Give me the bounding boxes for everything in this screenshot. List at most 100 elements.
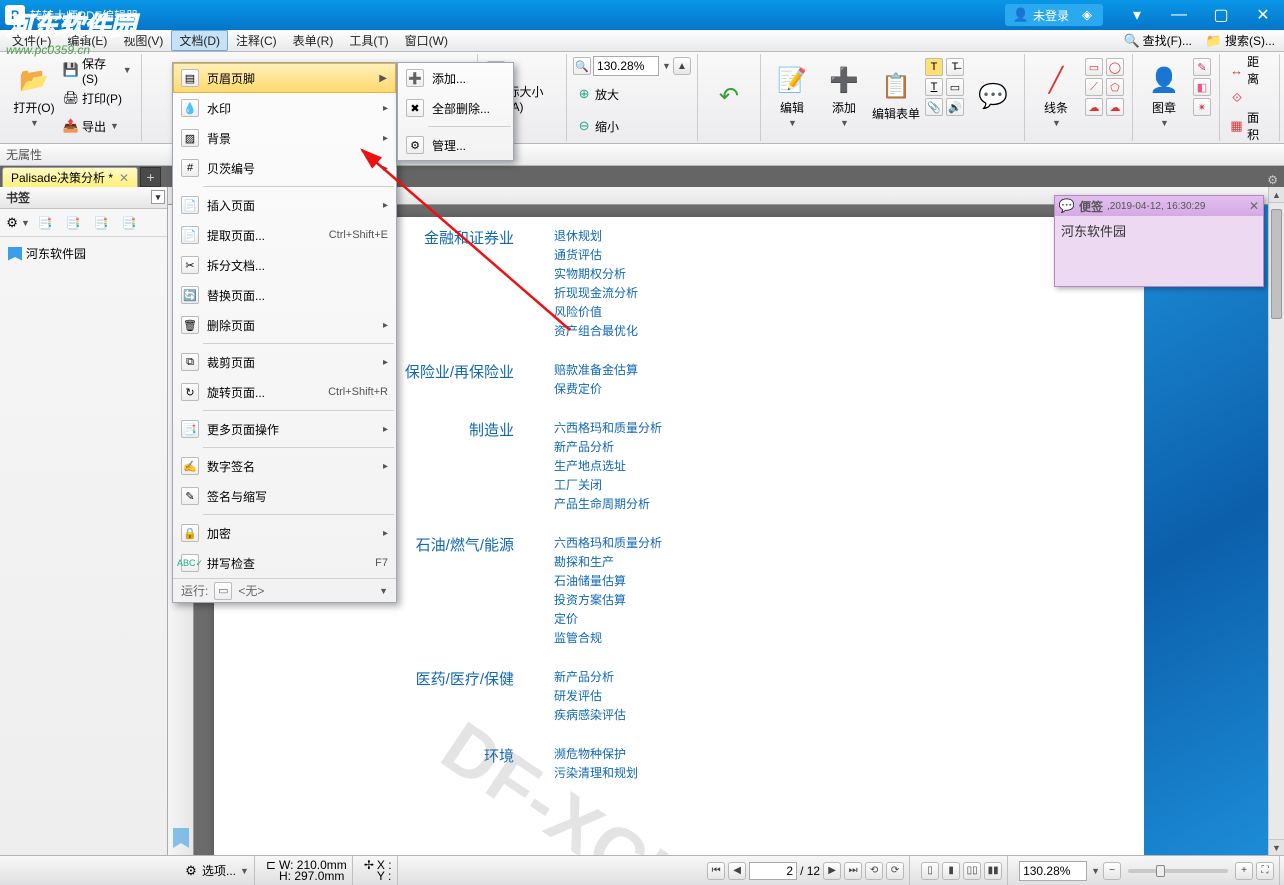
menu-encrypt[interactable]: 🔒加密▸ [173, 518, 396, 548]
single-page-button[interactable]: ▯ [921, 862, 939, 880]
new-tab-button[interactable]: + [140, 167, 161, 187]
circle-icon[interactable]: ◯ [1106, 58, 1124, 76]
bookmark-add-button[interactable]: 📑 [32, 212, 58, 234]
polygon-icon[interactable]: ⬠ [1106, 78, 1124, 96]
submenu-remove-all[interactable]: ✖全部删除... [398, 93, 513, 123]
edit-button[interactable]: 📝编辑▼ [767, 56, 817, 136]
menu-insert-pages[interactable]: 📄插入页面▸ [173, 190, 396, 220]
close-button[interactable]: ✕ [1242, 0, 1284, 30]
menu-tool[interactable]: 工具(T) [341, 30, 396, 51]
next-page-button[interactable]: ▶ [823, 862, 841, 880]
menu-digital-sign[interactable]: ✍数字签名▸ [173, 451, 396, 481]
menu-more-page-ops[interactable]: 📑更多页面操作▸ [173, 414, 396, 444]
menu-edit[interactable]: 编辑(E) [59, 30, 115, 51]
menu-crop-pages[interactable]: ⧉裁剪页面▸ [173, 347, 396, 377]
undo-button[interactable]: ↶ [704, 56, 754, 136]
find-button[interactable]: 🔍查找(F)... [1119, 30, 1197, 51]
print-button[interactable]: 🖨打印(P) [60, 84, 135, 112]
strike-icon[interactable]: T̶ [946, 58, 964, 76]
maximize-button[interactable]: ▢ [1200, 0, 1242, 30]
bookmark-corner-icon[interactable] [168, 824, 194, 852]
cloud2-icon[interactable]: ☁ [1106, 98, 1124, 116]
menu-file[interactable]: 文件(F) [4, 30, 59, 51]
fit-width-button[interactable]: ⛶ [1256, 862, 1274, 880]
gear-status-icon[interactable]: ⚙ [183, 863, 199, 879]
minimize-button[interactable]: — [1158, 0, 1200, 30]
menu-document[interactable]: 文档(D) [171, 30, 228, 51]
zoom-out-button[interactable]: ⊖缩小 [573, 112, 691, 140]
edit-form-button[interactable]: 📋编辑表单 [871, 56, 921, 136]
menu-delete-pages[interactable]: 🗑删除页面▸ [173, 310, 396, 340]
submenu-manage[interactable]: ⚙管理... [398, 130, 513, 160]
menu-window[interactable]: 窗口(W) [397, 30, 456, 51]
login-button[interactable]: 👤 未登录 ◈ [1005, 4, 1103, 26]
tab-options-icon[interactable]: ⚙ [1261, 173, 1284, 187]
cloud-icon[interactable]: ☁ [1085, 98, 1103, 116]
menu-spellcheck[interactable]: ABC✓拼写检查F7 [173, 548, 396, 578]
sticky-note[interactable]: 💬 便签 ,2019-04-12, 16:30:29 ✕ 河东软件园 [1054, 195, 1264, 287]
submenu-add[interactable]: ➕添加... [398, 63, 513, 93]
bookmark-settings-button[interactable]: ⚙▼ [4, 212, 30, 234]
sound-icon[interactable]: 🔊 [946, 98, 964, 116]
last-page-button[interactable]: ⏭ [844, 862, 862, 880]
zoom-in-status-button[interactable]: + [1235, 862, 1253, 880]
menu-extract-pages[interactable]: 📄提取页面...Ctrl+Shift+E [173, 220, 396, 250]
save-button[interactable]: 💾保存(S)▼ [60, 56, 135, 84]
document-tab[interactable]: Palisade决策分析 * ✕ [2, 167, 138, 187]
page-number-input[interactable] [749, 862, 797, 880]
open-button[interactable]: 📂 打开(O)▼ [10, 56, 58, 136]
menu-comment[interactable]: 注释(C) [228, 30, 285, 51]
note-body[interactable]: 河东软件园 [1055, 216, 1263, 286]
zoom-mode-icon[interactable]: 🔍 [573, 57, 591, 75]
menu-watermark[interactable]: 💧水印▸ [173, 93, 396, 123]
bookmark-delete-button[interactable]: 📑 [116, 212, 142, 234]
menu-run-footer[interactable]: 运行: ▭ <无> ▼ [173, 578, 396, 602]
menu-bates[interactable]: #贝茨编号▸ [173, 153, 396, 183]
vertical-scrollbar[interactable]: ▲ ▼ [1268, 187, 1284, 855]
area-button[interactable]: ▦面积 [1226, 112, 1273, 140]
scroll-up-icon[interactable]: ▲ [1269, 187, 1284, 203]
bookmark-new-button[interactable]: 📑 [88, 212, 114, 234]
status-options[interactable]: 选项... [202, 862, 236, 879]
menu-dropdown-button[interactable]: ▾ [1116, 0, 1158, 30]
highlight-icon[interactable]: T [925, 58, 943, 76]
search-button[interactable]: 📁搜索(S)... [1201, 30, 1280, 51]
menu-view[interactable]: 视图(V) [115, 30, 171, 51]
menu-split-doc[interactable]: ✂拆分文档... [173, 250, 396, 280]
menu-background[interactable]: ▨背景▸ [173, 123, 396, 153]
menu-form[interactable]: 表单(R) [285, 30, 342, 51]
eraser-icon[interactable]: ◧ [1193, 78, 1211, 96]
zoom-step-up[interactable]: ▲ [673, 57, 691, 75]
menu-rotate-pages[interactable]: ↻旋转页面...Ctrl+Shift+R [173, 377, 396, 407]
bookmarks-options-icon[interactable]: ▾ [151, 190, 165, 204]
zoom-out-status-button[interactable]: − [1103, 862, 1121, 880]
note-close-icon[interactable]: ✕ [1249, 199, 1259, 213]
pencil-icon[interactable]: ✎ [1193, 58, 1211, 76]
first-page-button[interactable]: ⏮ [707, 862, 725, 880]
scroll-thumb[interactable] [1271, 209, 1282, 319]
zoom-in-button[interactable]: ⊕放大 [573, 80, 691, 108]
file-attach-icon[interactable]: 📎 [925, 98, 943, 116]
scroll-down-icon[interactable]: ▼ [1269, 839, 1284, 855]
polyline-icon[interactable]: ⟋ [1085, 78, 1103, 96]
nav-back-button[interactable]: ⟲ [865, 862, 883, 880]
shape2-icon[interactable]: ✴ [1193, 98, 1211, 116]
bookmark-item[interactable]: 河东软件园 [6, 243, 161, 264]
two-continuous-button[interactable]: ▮▮ [984, 862, 1002, 880]
note-header[interactable]: 💬 便签 ,2019-04-12, 16:30:29 ✕ [1055, 196, 1263, 216]
export-button[interactable]: 📤导出▼ [60, 112, 135, 140]
zoom-slider-knob[interactable] [1156, 865, 1165, 877]
zoom-slider[interactable] [1128, 869, 1228, 873]
tab-close-icon[interactable]: ✕ [119, 171, 129, 185]
prev-page-button[interactable]: ◀ [728, 862, 746, 880]
perimeter-button[interactable]: ⟐ [1226, 84, 1273, 112]
distance-button[interactable]: ↔距离 [1226, 56, 1273, 84]
zoom-input[interactable] [593, 56, 659, 76]
lock-dim-icon[interactable]: ⊏ [266, 860, 276, 871]
underline-icon[interactable]: T [925, 78, 943, 96]
menu-replace-pages[interactable]: 🔄替换页面... [173, 280, 396, 310]
two-page-button[interactable]: ▯▯ [963, 862, 981, 880]
nav-fwd-button[interactable]: ⟳ [886, 862, 904, 880]
continuous-button[interactable]: ▮ [942, 862, 960, 880]
menu-header-footer[interactable]: ▤页眉页脚▶ [173, 63, 396, 93]
